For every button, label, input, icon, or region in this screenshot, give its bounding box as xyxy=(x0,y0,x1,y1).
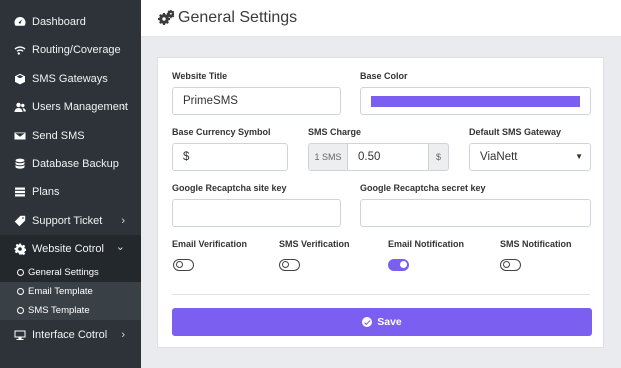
submenu-item-label: General Settings xyxy=(28,267,99,278)
default-gateway-value: ViaNett xyxy=(480,151,518,163)
base-color-input[interactable] xyxy=(360,87,591,115)
sidebar: Dashboard Routing/Coverage SMS Gateways … xyxy=(0,0,141,368)
list-icon xyxy=(14,186,26,198)
circle-icon xyxy=(17,307,24,314)
sms-charge-input[interactable]: 0.50 xyxy=(347,143,429,171)
save-button[interactable]: Save xyxy=(172,308,592,336)
recaptcha-secret-label: Google Recaptcha secret key xyxy=(360,183,486,193)
gears-icon xyxy=(158,10,174,25)
database-icon xyxy=(14,158,26,170)
cube-icon xyxy=(14,73,26,85)
sms-verification-toggle[interactable] xyxy=(279,259,300,271)
settings-card: Website Title PrimeSMS Base Color Base C… xyxy=(157,57,604,348)
default-gateway-label: Default SMS Gateway xyxy=(469,127,562,137)
sidebar-item-dashboard[interactable]: Dashboard xyxy=(0,8,141,36)
sidebar-item-routing[interactable]: Routing/Coverage xyxy=(0,36,141,64)
sms-charge-label: SMS Charge xyxy=(308,127,362,137)
submenu-item-sms-template[interactable]: SMS Template xyxy=(0,301,141,320)
gear-icon xyxy=(14,243,26,255)
submenu-item-general-settings[interactable]: General Settings xyxy=(0,263,141,282)
circle-icon xyxy=(17,269,24,276)
sidebar-item-label: Dashboard xyxy=(32,16,86,28)
sidebar-item-label: Website Cotrol xyxy=(32,243,104,255)
sms-notification-label: SMS Notification xyxy=(500,239,572,249)
base-currency-label: Base Currency Symbol xyxy=(172,127,271,137)
website-title-label: Website Title xyxy=(172,71,228,81)
color-swatch xyxy=(371,95,580,107)
page-title: General Settings xyxy=(178,9,298,26)
sidebar-item-label: Users Management xyxy=(32,101,128,113)
users-icon xyxy=(14,101,26,113)
sidebar-item-label: Send SMS xyxy=(32,130,85,142)
website-control-submenu: General Settings Email Template SMS Temp… xyxy=(0,263,141,320)
chevron-right-icon: › xyxy=(121,329,125,341)
envelope-icon xyxy=(14,130,26,142)
ticket-icon xyxy=(14,215,26,227)
wifi-icon xyxy=(14,44,26,56)
chevron-right-icon: › xyxy=(121,101,125,113)
base-currency-input[interactable]: $ xyxy=(172,143,288,171)
recaptcha-site-input[interactable] xyxy=(172,199,341,227)
sidebar-item-sms-gateways[interactable]: SMS Gateways xyxy=(0,65,141,93)
submenu-item-label: SMS Template xyxy=(28,305,90,316)
submenu-item-label: Email Template xyxy=(28,286,93,297)
sidebar-item-send-sms[interactable]: Send SMS xyxy=(0,122,141,150)
sidebar-item-website-control[interactable]: Website Cotrol ⌄ xyxy=(0,235,141,263)
sidebar-item-plans[interactable]: Plans xyxy=(0,178,141,206)
check-circle-icon xyxy=(362,317,373,327)
sidebar-item-label: Plans xyxy=(32,186,60,198)
sidebar-item-label: Support Ticket xyxy=(32,215,103,227)
submenu-item-email-template[interactable]: Email Template xyxy=(0,282,141,301)
toggle-knob xyxy=(281,261,289,268)
sms-charge-prefix: 1 SMS xyxy=(308,143,348,171)
sidebar-item-label: Interface Cotrol xyxy=(32,329,108,341)
toggle-knob xyxy=(502,261,510,268)
recaptcha-secret-input[interactable] xyxy=(360,199,591,227)
chevron-down-icon: ⌄ xyxy=(115,241,125,253)
save-button-label: Save xyxy=(377,316,402,328)
sidebar-item-interface-control[interactable]: Interface Cotrol › xyxy=(0,321,141,349)
circle-icon xyxy=(17,288,24,295)
toggle-knob xyxy=(175,261,183,268)
caret-down-icon: ▼ xyxy=(575,152,583,161)
sidebar-item-database-backup[interactable]: Database Backup xyxy=(0,150,141,178)
chevron-right-icon: › xyxy=(121,215,125,227)
sidebar-item-label: Database Backup xyxy=(32,158,119,170)
email-notification-label: Email Notification xyxy=(388,239,465,249)
divider xyxy=(172,294,590,295)
sms-charge-suffix: $ xyxy=(428,143,449,171)
monitor-icon xyxy=(14,329,26,341)
sms-verification-label: SMS Verification xyxy=(279,239,350,249)
sidebar-item-label: SMS Gateways xyxy=(32,73,108,85)
base-color-label: Base Color xyxy=(360,71,408,81)
toggle-knob xyxy=(399,261,407,268)
sms-notification-toggle[interactable] xyxy=(500,259,521,271)
recaptcha-site-label: Google Recaptcha site key xyxy=(172,183,287,193)
default-gateway-select[interactable]: ViaNett ▼ xyxy=(469,143,591,171)
sidebar-item-support-ticket[interactable]: Support Ticket › xyxy=(0,207,141,235)
page-header: General Settings xyxy=(141,0,621,37)
email-verification-label: Email Verification xyxy=(172,239,248,249)
sidebar-item-label: Routing/Coverage xyxy=(32,44,121,56)
dashboard-icon xyxy=(14,16,26,28)
email-notification-toggle[interactable] xyxy=(388,259,409,271)
email-verification-toggle[interactable] xyxy=(173,259,194,271)
website-title-input[interactable]: PrimeSMS xyxy=(172,87,341,115)
sidebar-item-users-management[interactable]: Users Management › xyxy=(0,93,141,121)
